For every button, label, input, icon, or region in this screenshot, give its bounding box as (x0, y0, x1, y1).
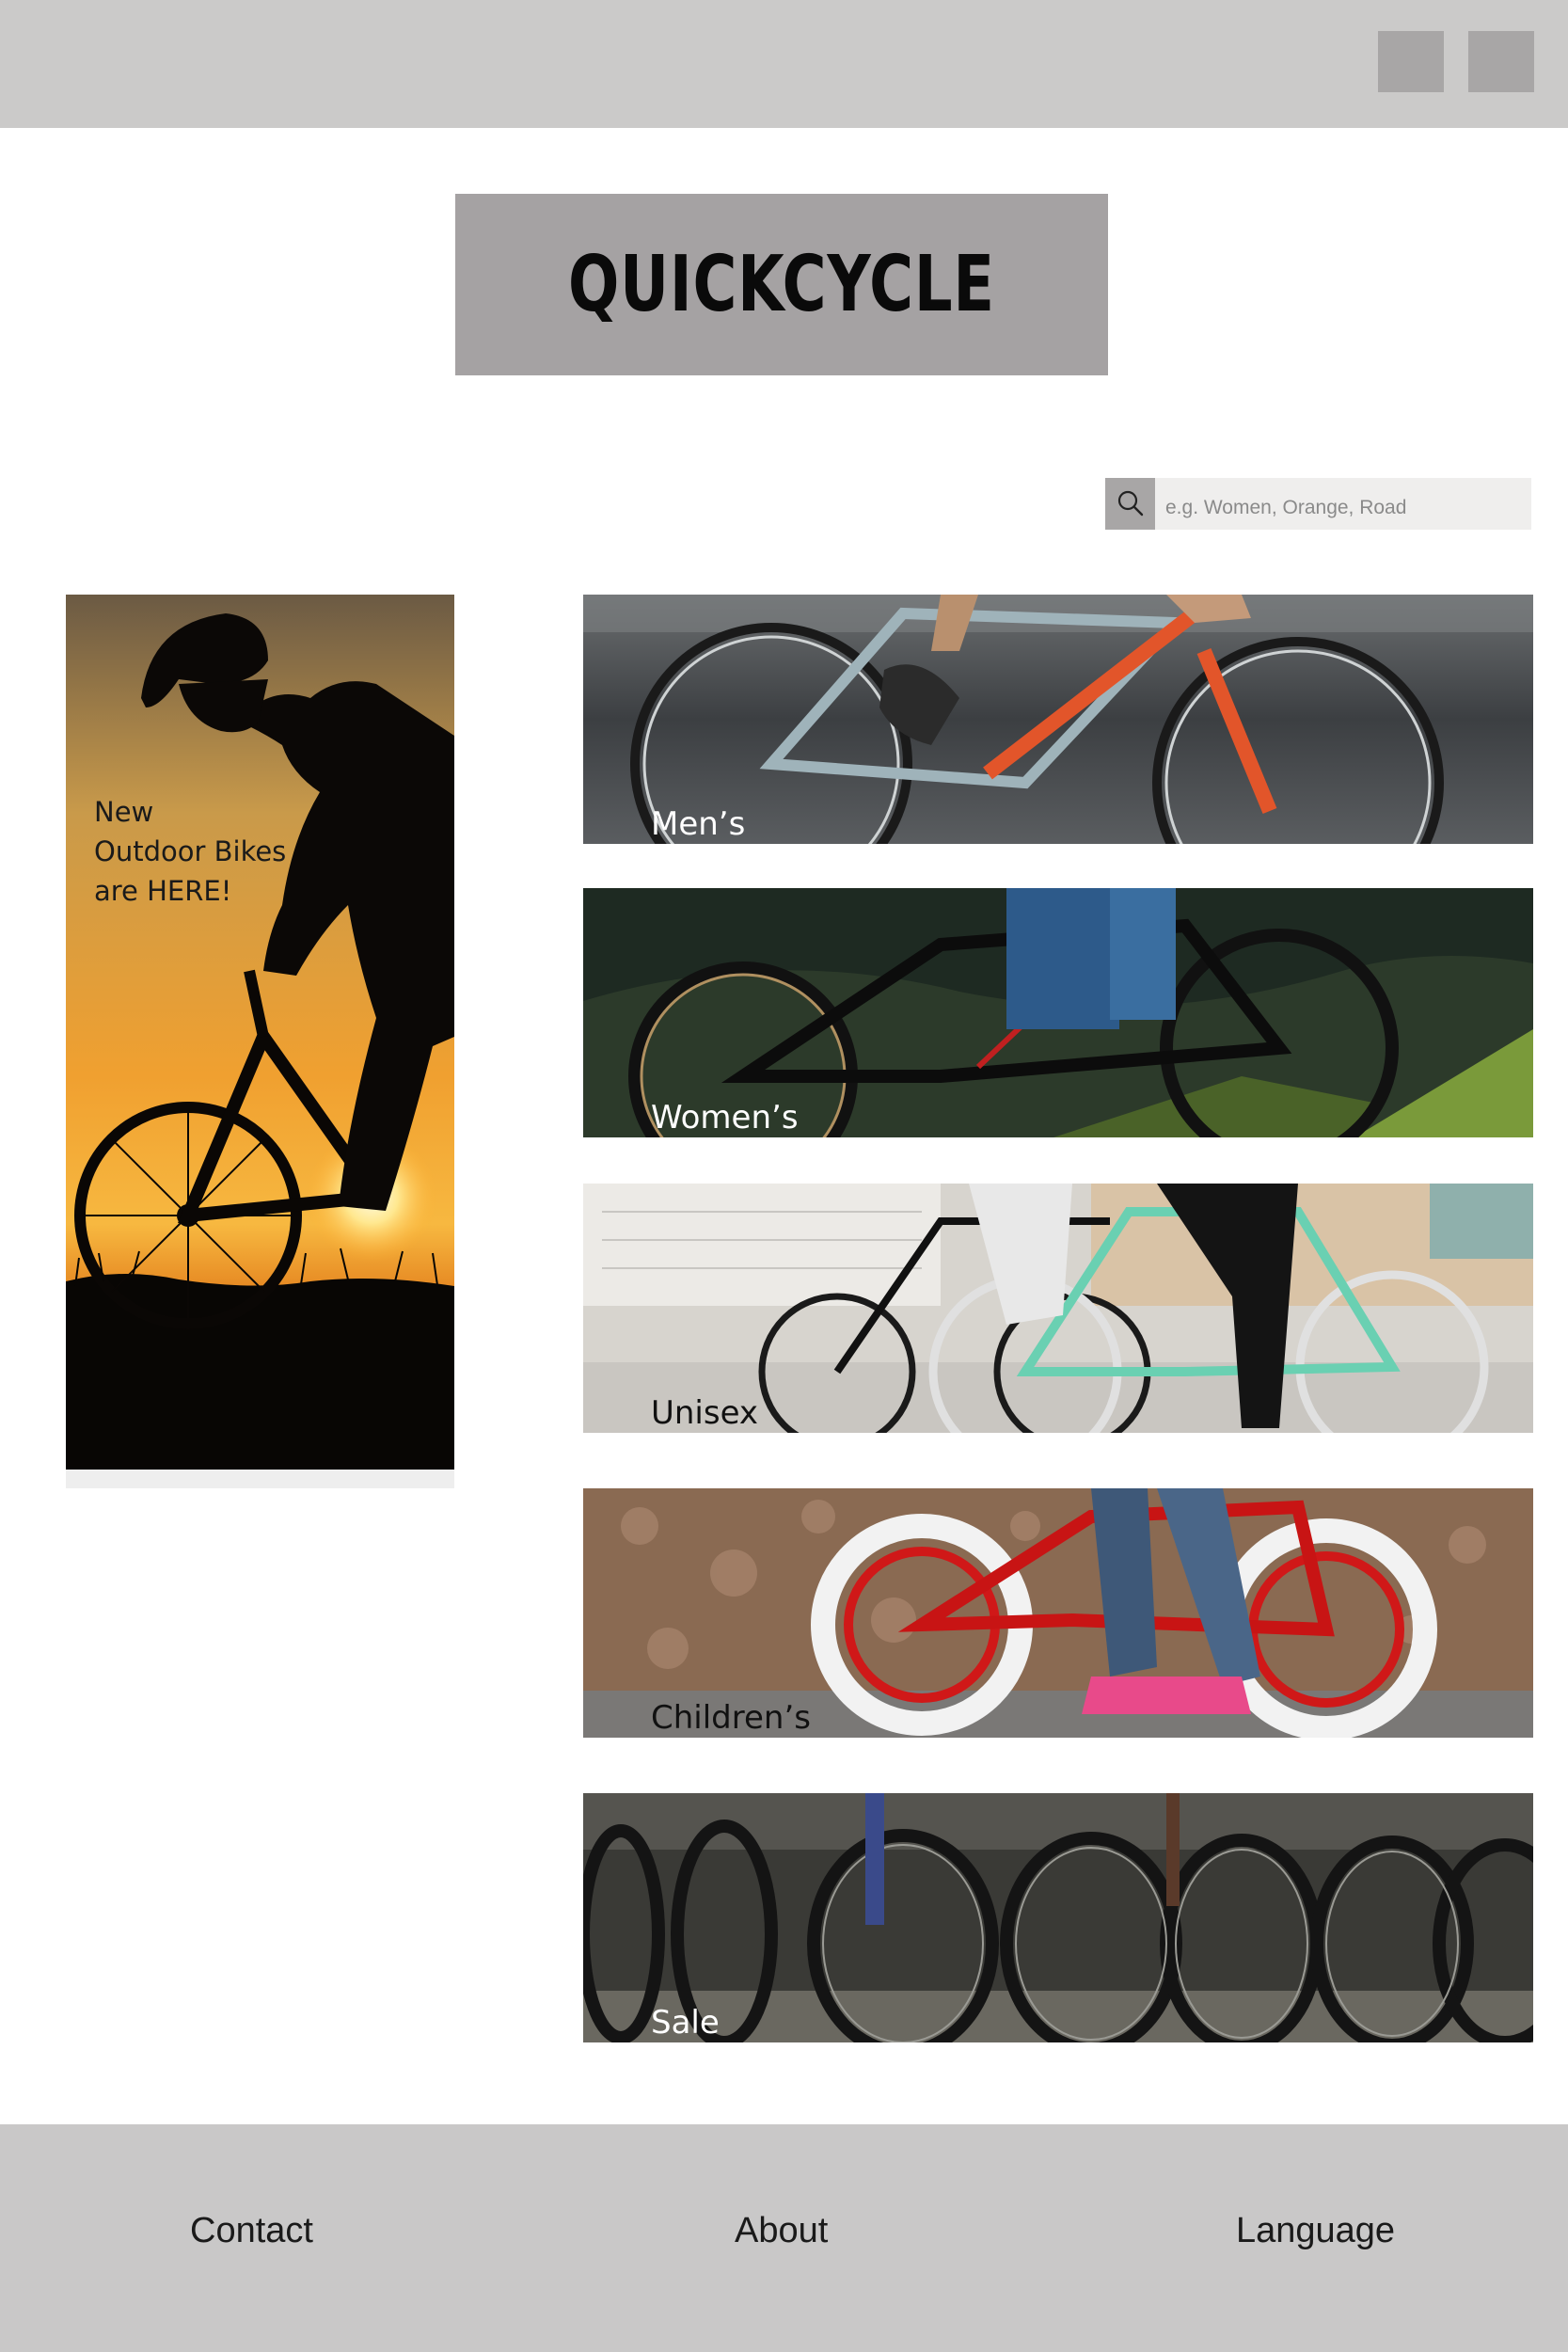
category-womens[interactable]: Women’s (583, 888, 1533, 1137)
promo-shadow (66, 1470, 454, 1488)
promo-line-3: are HERE! (94, 875, 232, 907)
search-button[interactable] (1105, 478, 1155, 530)
footer-link-language[interactable]: Language (1236, 2211, 1395, 2251)
top-button-1[interactable] (1378, 31, 1444, 92)
category-mens[interactable]: Men’s (583, 595, 1533, 844)
search-icon (1117, 490, 1144, 516)
footer: Contact About Language (0, 2124, 1568, 2352)
search-bar (1105, 478, 1531, 530)
category-label-mens: Men’s (651, 805, 746, 843)
footer-link-contact[interactable]: Contact (190, 2211, 313, 2251)
category-unisex[interactable]: Unisex (583, 1184, 1533, 1433)
category-label-sale: Sale (651, 2004, 720, 2042)
logo[interactable]: QUICKCYCLE (455, 194, 1108, 375)
search-input[interactable] (1165, 478, 1528, 530)
category-sale[interactable]: Sale (583, 1793, 1533, 2042)
promo-text: New Outdoor Bikes are HERE! (94, 792, 376, 911)
category-label-womens: Women’s (651, 1099, 799, 1136)
promo-line-2: Outdoor Bikes (94, 835, 287, 867)
footer-link-about[interactable]: About (735, 2211, 828, 2251)
logo-text: QUICKCYCLE (568, 240, 995, 329)
top-bar (0, 0, 1568, 128)
promo-cyclist-image (66, 595, 454, 1470)
category-label-childrens: Children’s (651, 1699, 811, 1737)
promo-banner[interactable]: New Outdoor Bikes are HERE! (66, 595, 454, 1470)
sale-bikes-image (583, 1793, 1533, 2042)
category-childrens[interactable]: Children’s (583, 1488, 1533, 1738)
promo-line-1: New (94, 796, 154, 828)
category-label-unisex: Unisex (651, 1394, 759, 1432)
top-button-2[interactable] (1468, 31, 1534, 92)
